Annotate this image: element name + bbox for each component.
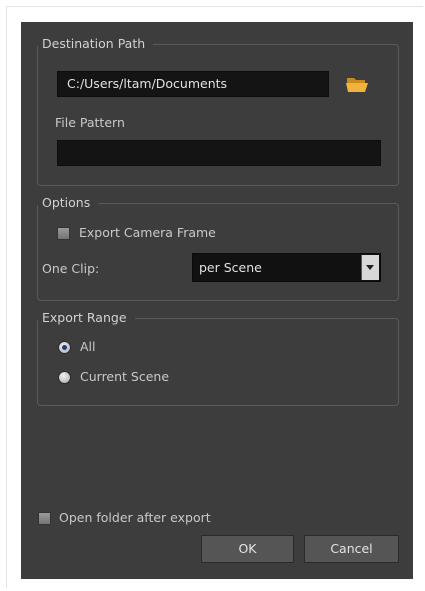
current-scene-radio[interactable] (58, 371, 71, 384)
export-dialog: Destination Path C:/Users/ltam/Documents… (21, 22, 413, 579)
cancel-button[interactable]: Cancel (304, 535, 399, 563)
destination-path-title: Destination Path (38, 36, 154, 52)
destination-path-value: C:/Users/ltam/Documents (67, 76, 228, 91)
file-pattern-label: File Pattern (55, 115, 125, 130)
open-folder-checkbox[interactable] (38, 512, 51, 525)
open-folder-label[interactable]: Open folder after export (59, 510, 211, 526)
file-pattern-field[interactable] (57, 140, 381, 166)
options-title: Options (38, 195, 99, 211)
options-group: Options Export Camera Frame One Clip: pe… (37, 195, 399, 301)
destination-path-field[interactable]: C:/Users/ltam/Documents (57, 71, 329, 97)
export-range-group: Export Range All Current Scene (37, 310, 399, 406)
one-clip-select[interactable]: per Scene (192, 253, 381, 282)
cancel-button-label: Cancel (330, 541, 373, 556)
destination-path-group: Destination Path C:/Users/ltam/Documents… (37, 36, 399, 186)
export-range-title: Export Range (38, 310, 135, 326)
ok-button-label: OK (238, 541, 257, 556)
all-radio-label[interactable]: All (80, 339, 96, 355)
all-radio[interactable] (58, 341, 71, 354)
one-clip-value: per Scene (199, 260, 262, 275)
export-camera-frame-label[interactable]: Export Camera Frame (79, 225, 216, 241)
folder-icon[interactable] (345, 75, 369, 93)
chevron-down-icon[interactable] (361, 255, 379, 280)
one-clip-label: One Clip: (42, 261, 100, 276)
current-scene-radio-label[interactable]: Current Scene (80, 369, 169, 385)
ok-button[interactable]: OK (201, 535, 294, 563)
export-camera-frame-checkbox[interactable] (57, 227, 70, 240)
